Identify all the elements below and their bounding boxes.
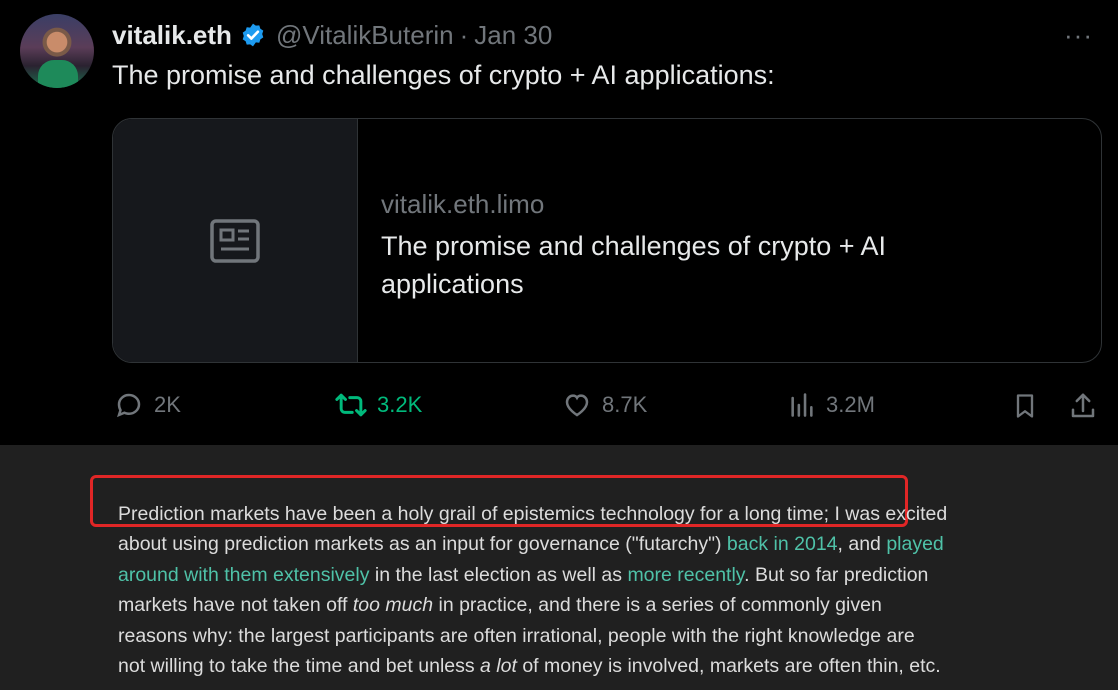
like-count: 8.7K	[602, 392, 648, 417]
share-button[interactable]	[1068, 390, 1108, 422]
author-handle[interactable]: @VitalikButerin	[276, 20, 454, 51]
bookmark-icon	[1016, 394, 1034, 418]
article-paragraph: Prediction markets have been a holy grai…	[118, 499, 1058, 681]
views-button[interactable]: 3.2M	[788, 390, 875, 420]
paragraph-line: markets have not taken off too much in p…	[118, 590, 1058, 620]
highlighted-sentence: Prediction markets have been a holy grai…	[118, 503, 830, 525]
reply-button[interactable]: 2K	[114, 390, 181, 420]
card-title: The promise and challenges of crypto + A…	[381, 231, 887, 299]
link-played-around[interactable]: played	[886, 533, 943, 555]
repost-button[interactable]: 3.2K	[335, 390, 422, 420]
repost-count: 3.2K	[377, 392, 423, 417]
views-icon	[791, 393, 813, 417]
article-excerpt: Prediction markets have been a holy grai…	[0, 445, 1118, 690]
paragraph-line: about using prediction markets as an inp…	[118, 529, 1058, 559]
like-button[interactable]: 8.7K	[562, 390, 647, 420]
paragraph-line: around with them extensively in the last…	[118, 560, 1058, 590]
tweet-actions: 2K 3.2K 8.7K 3.2M	[0, 390, 1118, 426]
share-icon	[1071, 393, 1095, 418]
paragraph-line: Prediction markets have been a holy grai…	[118, 499, 1058, 529]
verified-badge-icon	[242, 23, 264, 47]
link-back-in-2014[interactable]: back in 2014	[727, 533, 838, 555]
text-run: , and	[837, 533, 887, 556]
avatar[interactable]	[20, 14, 94, 88]
card-thumbnail	[113, 119, 358, 362]
link-played-around-continued[interactable]: around with them extensively	[118, 564, 369, 586]
paragraph-line: reasons why: the largest participants ar…	[118, 621, 1058, 651]
text-run: in the last election as well as	[369, 563, 628, 586]
tweet-text: The promise and challenges of crypto + A…	[112, 60, 775, 90]
separator-dot: ·	[459, 19, 469, 50]
views-count: 3.2M	[826, 392, 875, 417]
reply-count: 2K	[154, 392, 181, 417]
author-display-name[interactable]: vitalik.eth	[112, 20, 232, 51]
bookmark-button[interactable]	[1011, 390, 1049, 422]
paragraph-line: not willing to take the time and bet unl…	[118, 651, 1058, 681]
text-run: markets have not taken off	[118, 594, 353, 617]
tweet-date[interactable]: Jan 30	[474, 20, 552, 51]
text-run: in practice, and there is a series of co…	[433, 594, 882, 617]
text-run: reasons why: the largest participants ar…	[118, 624, 915, 647]
repost-icon	[335, 393, 367, 417]
emphasis-text: too much	[352, 594, 434, 617]
text-run: about using prediction markets as an inp…	[118, 533, 727, 556]
heart-icon	[565, 394, 589, 417]
tweet: vitalik.eth @VitalikButerin · Jan 30 ···…	[0, 0, 1118, 445]
avatar-shirt	[38, 60, 78, 88]
text-run: not willing to take the time and bet unl…	[118, 655, 481, 678]
link-preview-card[interactable]: vitalik.eth.limo The promise and challen…	[112, 118, 1102, 363]
more-options-icon[interactable]: ···	[1064, 20, 1093, 51]
emphasis-text: a lot	[480, 655, 517, 678]
article-icon	[210, 219, 260, 263]
text-run: I was excited	[829, 503, 948, 525]
tweet-header: vitalik.eth @VitalikButerin · Jan 30	[112, 18, 552, 52]
text-run: of money is involved, markets are often …	[516, 655, 941, 678]
text-run: . But so far prediction	[744, 563, 929, 586]
link-more-recently[interactable]: more recently	[627, 564, 744, 586]
card-domain: vitalik.eth.limo	[381, 189, 545, 219]
reply-icon	[117, 393, 141, 418]
